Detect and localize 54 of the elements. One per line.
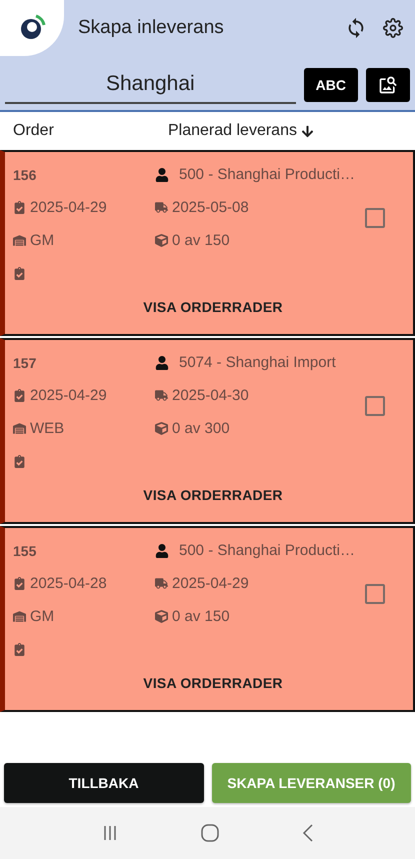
warehouse-icon — [13, 610, 26, 623]
cube-icon — [155, 610, 168, 623]
image-search-button[interactable] — [366, 68, 410, 102]
show-order-lines-button[interactable]: VISA ORDERRADER — [137, 674, 289, 692]
select-checkbox[interactable] — [365, 396, 385, 416]
clipboard-icon — [13, 267, 26, 280]
person-icon — [155, 544, 169, 558]
truck-icon — [155, 577, 168, 590]
quantity-text: 0 av 150 — [172, 608, 230, 625]
order-number: 155 — [13, 542, 36, 558]
clipboard-icon — [13, 201, 26, 214]
quantity-text: 0 av 150 — [172, 232, 230, 249]
show-order-lines-button[interactable]: VISA ORDERRADER — [137, 298, 289, 316]
clipboard-icon — [13, 643, 26, 656]
clipboard-icon — [13, 389, 26, 402]
select-checkbox[interactable] — [365, 584, 385, 604]
home-icon[interactable] — [200, 824, 218, 842]
delivery-date: 2025-04-29 — [172, 575, 249, 592]
screen-title: Skapa inleverans — [78, 17, 225, 39]
column-header[interactable]: Planerad leverans — [168, 122, 297, 140]
sort-arrow-icon — [300, 124, 314, 138]
delivery-date: 2025-05-08 — [172, 199, 249, 216]
back-icon[interactable] — [302, 824, 314, 842]
supplier-name: 5074 - Shanghai Import — [179, 354, 336, 371]
truck-icon — [155, 389, 168, 402]
image-search-icon — [378, 75, 398, 95]
truck-icon — [155, 201, 168, 214]
person-icon — [155, 168, 169, 182]
cube-icon — [155, 422, 168, 435]
warehouse-code: WEB — [30, 420, 64, 437]
keyboard-button[interactable]: ABC — [304, 68, 358, 102]
select-checkbox[interactable] — [365, 208, 385, 228]
warehouse-icon — [13, 422, 26, 435]
warehouse-icon — [13, 234, 26, 247]
supplier-name: 500 - Shanghai Producti… — [179, 166, 355, 183]
show-order-lines-button[interactable]: VISA ORDERRADER — [137, 486, 289, 504]
warehouse-code: GM — [30, 608, 54, 625]
back-button[interactable]: TILLBAKA — [4, 763, 204, 803]
warehouse-code: GM — [30, 232, 54, 249]
supplier-name: 500 - Shanghai Producti… — [179, 542, 355, 559]
order-number: 156 — [13, 166, 36, 182]
person-icon — [155, 356, 169, 370]
quantity-text: 0 av 300 — [172, 420, 230, 437]
order-date: 2025-04-29 — [30, 387, 107, 404]
order-date: 2025-04-29 — [30, 199, 107, 216]
search-field[interactable]: Shanghai — [5, 66, 296, 104]
clipboard-icon — [13, 577, 26, 590]
recent-apps-icon[interactable] — [102, 825, 118, 841]
column-header[interactable]: Order — [13, 122, 54, 140]
cube-icon — [155, 234, 168, 247]
clipboard-icon — [13, 455, 26, 468]
delivery-date: 2025-04-30 — [172, 387, 249, 404]
order-number: 157 — [13, 354, 36, 370]
order-date: 2025-04-28 — [30, 575, 107, 592]
